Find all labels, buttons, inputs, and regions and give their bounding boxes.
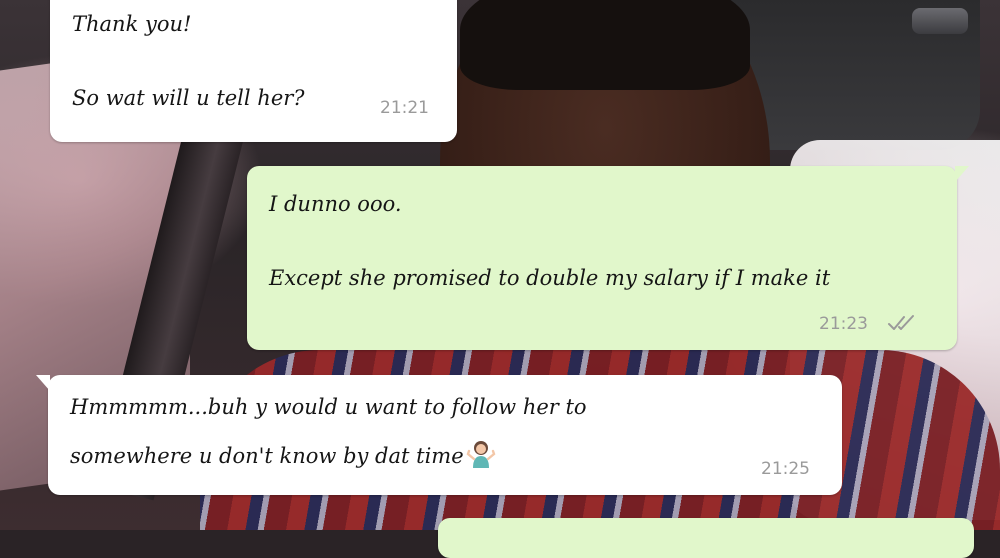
message-timestamp: 21:25 <box>761 459 810 479</box>
wallpaper-handle <box>912 8 968 34</box>
message-text-line: Except she promised to double my salary … <box>269 266 831 290</box>
message-text: somewhere u don't know by dat time <box>70 444 464 468</box>
message-text-line: Thank you! <box>72 12 192 36</box>
double-check-icon <box>888 315 914 330</box>
message-bubble-outgoing-partial[interactable] <box>438 518 974 558</box>
message-bubble-incoming[interactable]: Thank you! So wat will u tell her? 21:21 <box>50 0 457 142</box>
message-text-line: somewhere u don't know by dat time <box>70 439 496 469</box>
message-text-line: So wat will u tell her? <box>72 86 305 110</box>
message-bubble-outgoing[interactable]: I dunno ooo. Except she promised to doub… <box>247 166 969 350</box>
message-text-line: Hmmmmm...buh y would u want to follow he… <box>70 395 587 419</box>
message-bubble-incoming[interactable]: Hmmmmm...buh y would u want to follow he… <box>36 375 842 495</box>
bubble-tail <box>36 375 50 391</box>
person-shrugging-emoji <box>466 441 496 468</box>
bubble-tail <box>955 166 969 182</box>
message-text-line: I dunno ooo. <box>269 192 402 216</box>
wallpaper-person-hair <box>460 0 750 90</box>
message-timestamp: 21:21 <box>380 98 429 118</box>
message-timestamp: 21:23 <box>819 314 868 334</box>
